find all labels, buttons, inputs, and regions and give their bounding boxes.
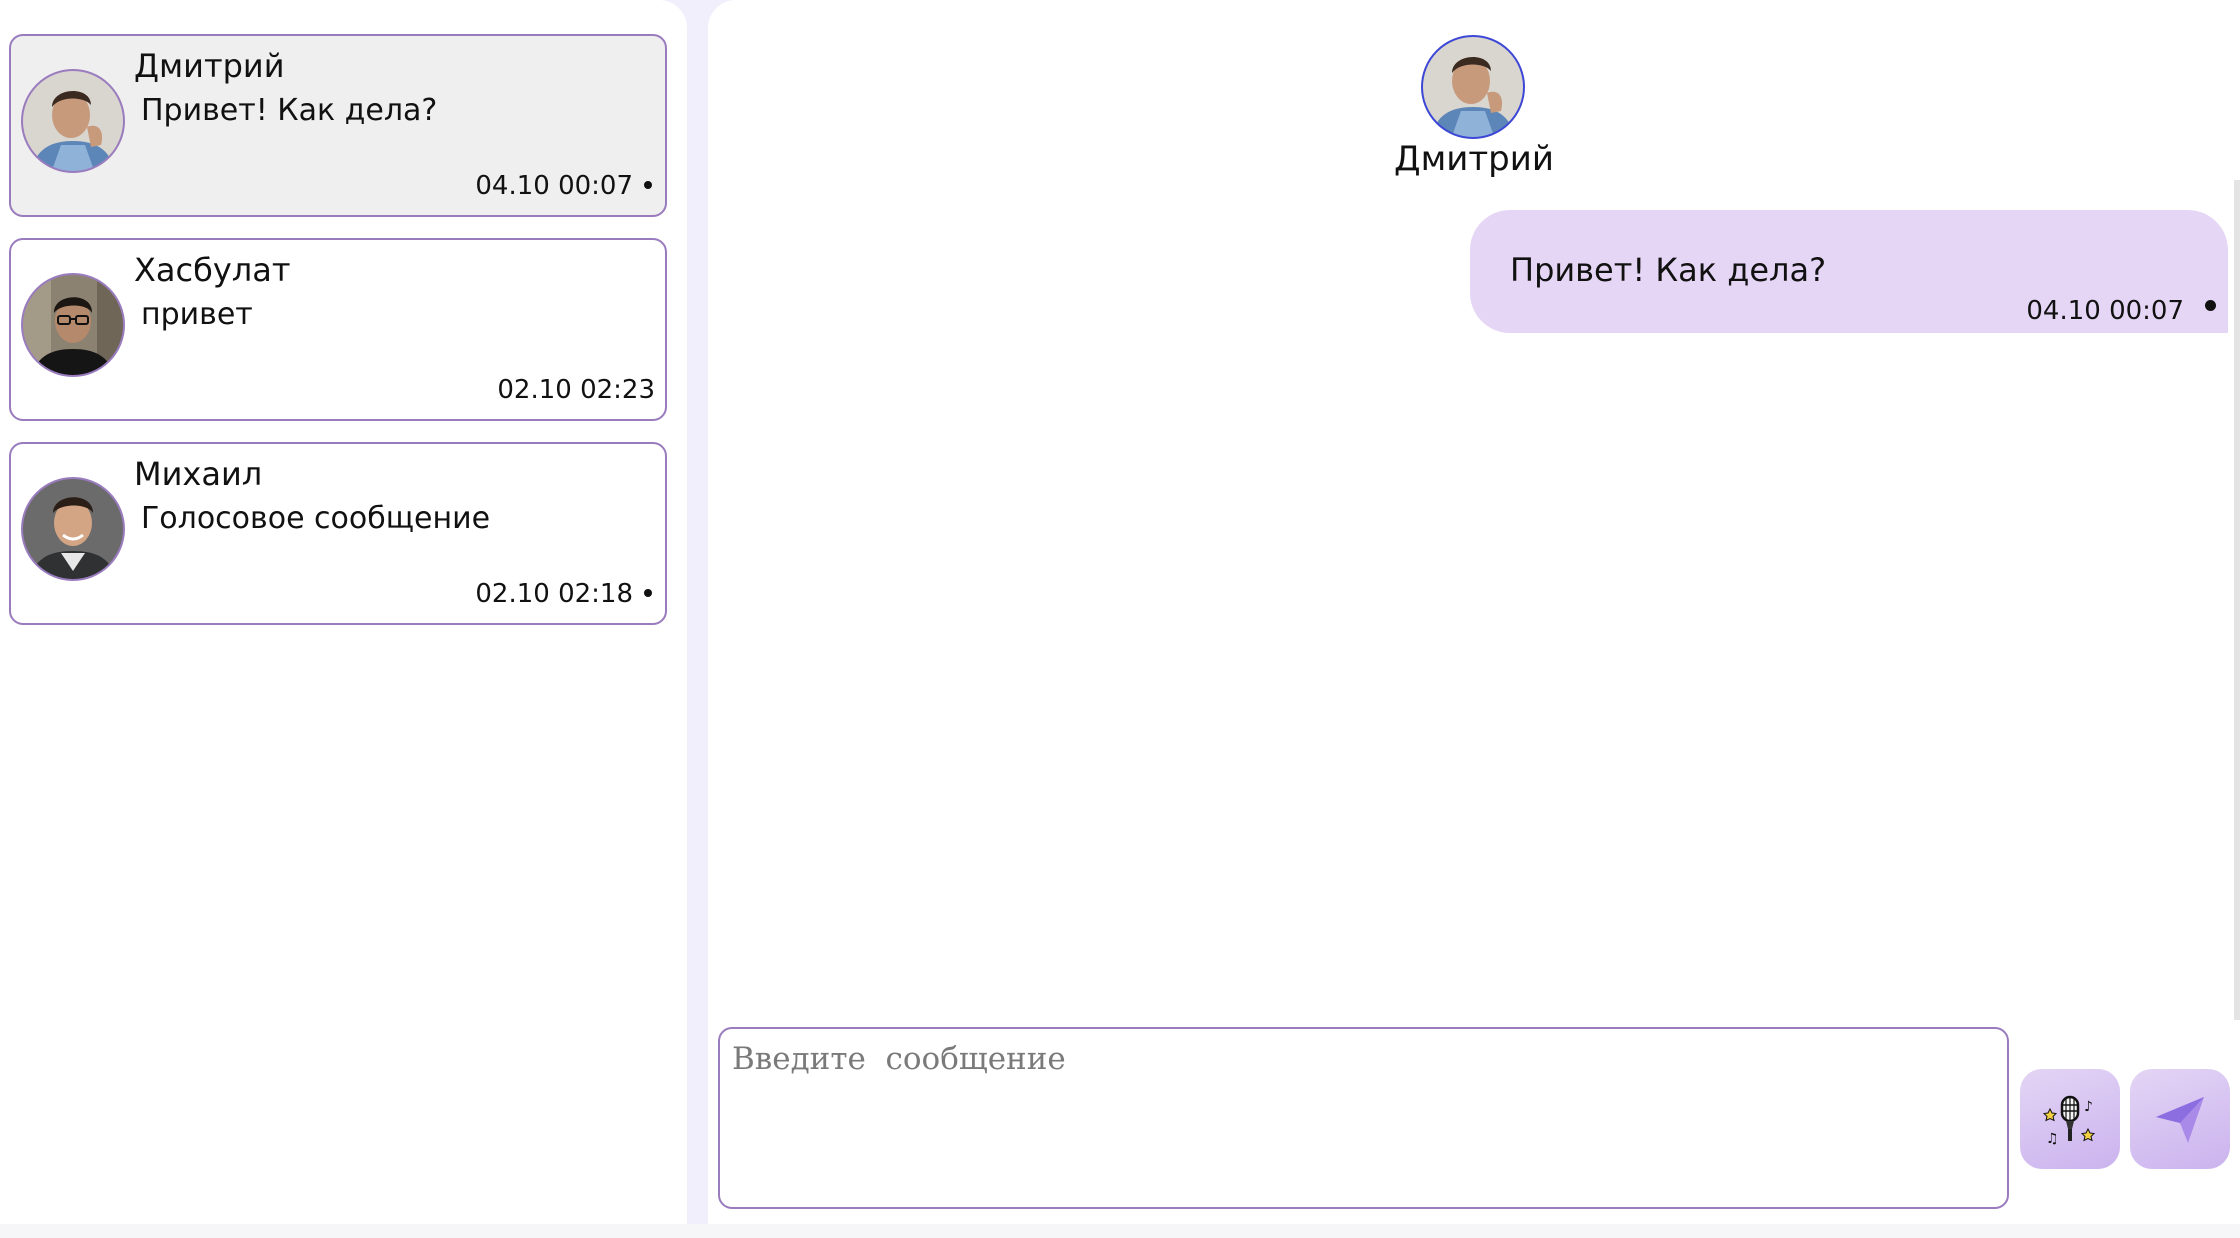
unread-dot — [644, 181, 652, 189]
chat-item-mikhail[interactable]: Михаил Голосовое сообщение 02.10 02:18 — [9, 442, 667, 625]
messages-scrollbar[interactable] — [2234, 180, 2240, 1020]
chat-item-khasbulat[interactable]: Хасбулат привет 02.10 02:23 — [9, 238, 667, 421]
avatar-khasbulat — [21, 273, 125, 377]
bottom-edge — [0, 1224, 2240, 1238]
microphone-icon: ♫ ♪ — [2042, 1095, 2096, 1147]
message-timestamp: 04.10 00:07 — [2026, 296, 2184, 326]
message-text: Привет! Как дела? — [1510, 251, 1827, 289]
chat-list-sidebar: Дмитрий Привет! Как дела? 04.10 00:07 Ха… — [0, 0, 687, 1238]
chat-timestamp: 04.10 00:07 — [475, 171, 633, 201]
chat-timestamp: 02.10 02:23 — [497, 375, 655, 405]
contact-name: Дмитрий — [1394, 139, 1554, 179]
messenger-app: Дмитрий Привет! Как дела? 04.10 00:07 Ха… — [0, 0, 2240, 1238]
send-arrow-icon — [2156, 1097, 2204, 1143]
chat-last-message: Голосовое сообщение — [141, 501, 491, 536]
chat-name: Дмитрий — [134, 47, 285, 85]
message-bubble-outgoing: Привет! Как дела? 04.10 00:07 — [1470, 210, 2228, 333]
svg-text:♫: ♫ — [2046, 1131, 2059, 1147]
voice-message-button[interactable]: ♫ ♪ — [2020, 1069, 2120, 1169]
chat-last-message: Привет! Как дела? — [141, 93, 438, 128]
conversation-panel: Дмитрий Привет! Как дела? 04.10 00:07 ♫ — [708, 0, 2240, 1238]
avatar-dmitry — [21, 69, 125, 173]
avatar-mikhail — [21, 477, 125, 581]
contact-avatar[interactable] — [1421, 35, 1525, 139]
message-status-dot — [2205, 300, 2216, 311]
unread-dot — [644, 589, 652, 597]
chat-timestamp: 02.10 02:18 — [475, 579, 633, 609]
send-button[interactable] — [2130, 1069, 2230, 1169]
chat-item-dmitry[interactable]: Дмитрий Привет! Как дела? 04.10 00:07 — [9, 34, 667, 217]
svg-text:♪: ♪ — [2084, 1099, 2093, 1115]
chat-last-message: привет — [141, 297, 253, 332]
chat-name: Хасбулат — [134, 251, 291, 289]
message-input[interactable] — [718, 1027, 2009, 1209]
chat-name: Михаил — [134, 455, 263, 493]
